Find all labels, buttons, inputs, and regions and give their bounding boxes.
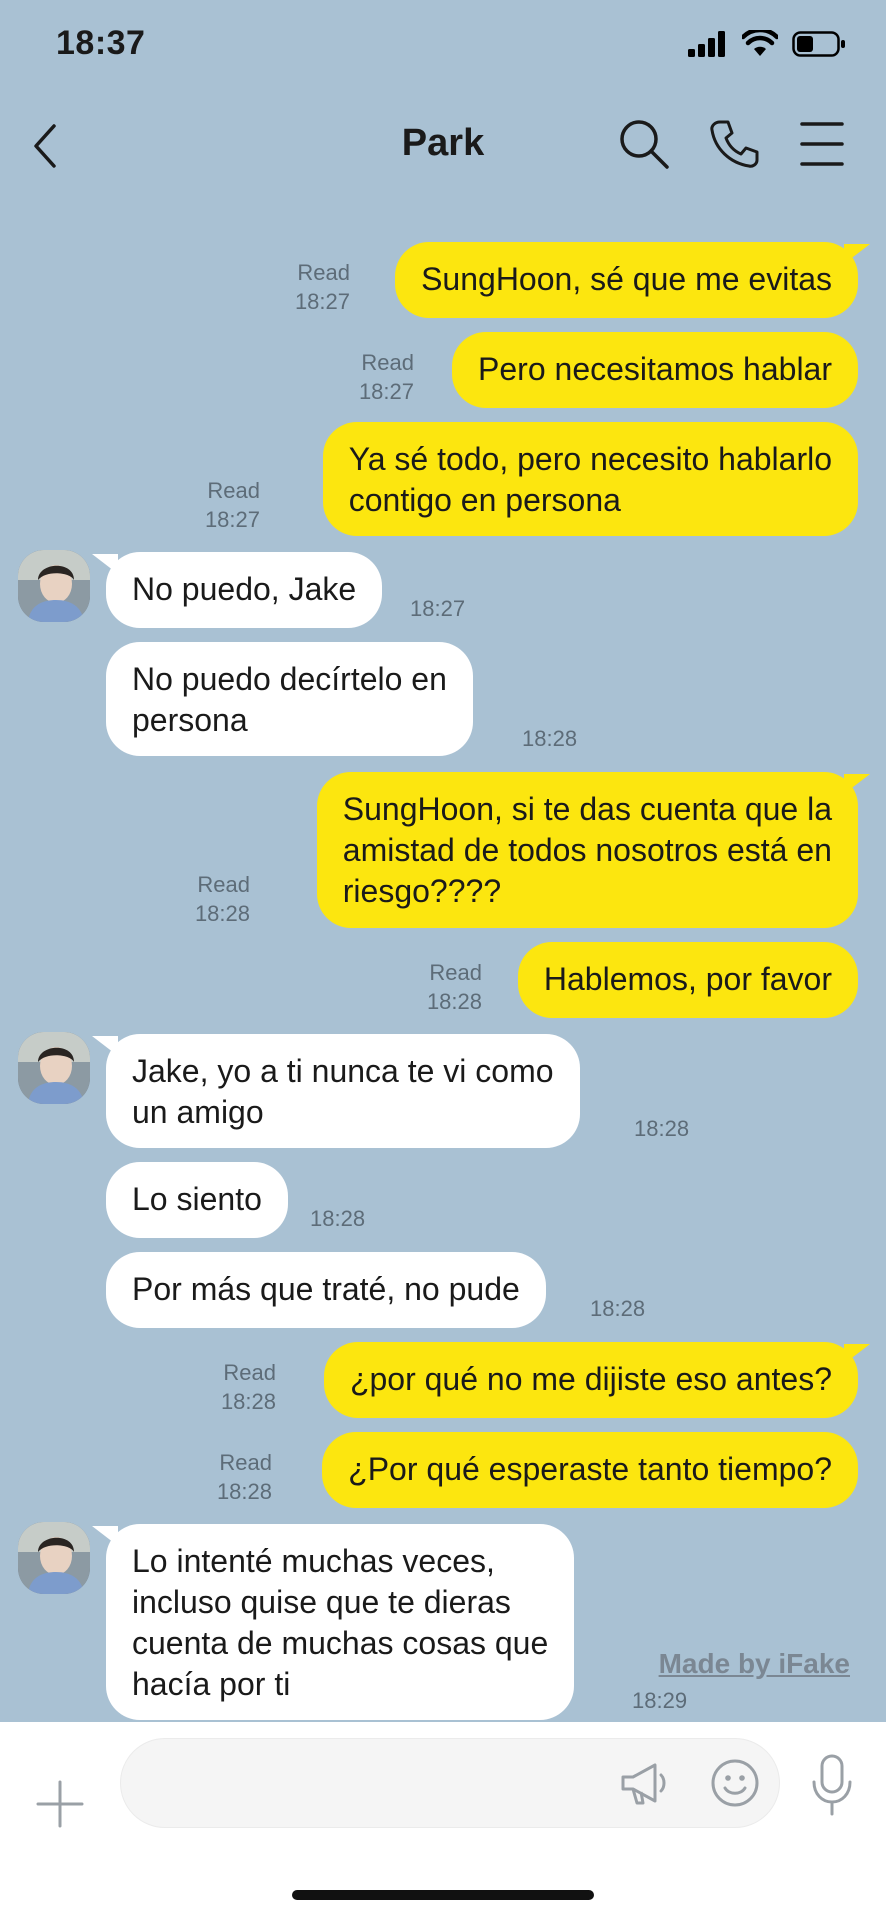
message-time: 18:28	[426, 989, 482, 1014]
message-bubble-outgoing[interactable]: Ya sé todo, pero necesito hablarlo conti…	[322, 422, 858, 536]
bubble-tail	[92, 1036, 118, 1056]
voice-button[interactable]	[810, 1754, 854, 1816]
message-time: 18:28	[634, 1116, 690, 1141]
message-input-container[interactable]	[120, 1738, 780, 1828]
message-bubble-outgoing[interactable]: ¿Por qué esperaste tanto tiempo?	[322, 1432, 858, 1508]
message-meta: Read 18:27	[359, 348, 414, 406]
microphone-icon	[812, 1754, 852, 1816]
message-time: 18:27	[358, 379, 414, 404]
battery-icon	[792, 31, 845, 57]
message-time: 18:27	[204, 507, 260, 532]
message-input-bar	[0, 1722, 886, 1920]
read-receipt: Read	[361, 350, 414, 375]
contact-avatar[interactable]	[18, 1032, 90, 1104]
message-time: 18:28	[590, 1296, 646, 1321]
contact-avatar[interactable]	[18, 550, 90, 622]
message-time: 18:28	[310, 1206, 366, 1231]
home-indicator	[292, 1890, 594, 1900]
message-bubble-incoming[interactable]: No puedo, Jake	[106, 552, 383, 628]
avatar-photo	[18, 1032, 90, 1104]
message-bubble-incoming[interactable]: Por más que traté, no pude	[106, 1252, 546, 1328]
bubble-tail	[844, 1344, 870, 1364]
message-bubble-outgoing[interactable]: SungHoon, sé que me evitas	[395, 242, 858, 318]
emoji-icon	[711, 1759, 759, 1807]
contact-avatar[interactable]	[18, 1522, 90, 1594]
message-bubble-incoming[interactable]: Lo siento	[106, 1162, 288, 1238]
wifi-icon	[742, 30, 778, 56]
emoji-button[interactable]	[709, 1757, 761, 1809]
plus-icon	[36, 1780, 84, 1828]
watermark: Made by iFake	[658, 1648, 850, 1679]
status-time: 18:37	[56, 24, 146, 62]
message-bubble-incoming[interactable]: No puedo decírtelo en persona	[106, 642, 473, 756]
chat-header: Park	[0, 96, 886, 196]
call-button[interactable]	[706, 116, 762, 172]
bubble-tail	[92, 554, 118, 574]
megaphone-button[interactable]	[615, 1755, 671, 1811]
message-bubble-incoming[interactable]: Lo intenté muchas veces, incluso quise q…	[106, 1524, 575, 1720]
status-bar: 18:37	[0, 0, 886, 96]
message-bubble-outgoing[interactable]: Pero necesitamos hablar	[452, 332, 858, 408]
read-receipt: Read	[207, 478, 260, 503]
message-time: 18:28	[216, 1479, 272, 1504]
read-receipt: Read	[219, 1450, 272, 1475]
search-button[interactable]	[616, 116, 672, 172]
message-input[interactable]	[151, 1759, 605, 1809]
menu-icon	[800, 122, 844, 166]
bubble-tail	[844, 774, 870, 794]
message-time: 18:28	[220, 1389, 276, 1414]
message-time: 18:29	[632, 1688, 688, 1713]
megaphone-icon	[621, 1763, 666, 1805]
message-meta: Read 18:28	[195, 870, 250, 928]
read-receipt: Read	[197, 872, 250, 897]
message-time: 18:28	[522, 726, 578, 751]
status-icons	[688, 30, 846, 58]
message-meta: Read 18:28	[217, 1448, 272, 1506]
message-time: 18:28	[194, 901, 250, 926]
avatar-photo	[18, 550, 90, 622]
read-receipt: Read	[429, 960, 482, 985]
phone-icon	[710, 120, 759, 168]
message-bubble-outgoing[interactable]: ¿por qué no me dijiste eso antes?	[323, 1342, 858, 1418]
search-icon	[620, 120, 669, 169]
message-meta: Read 18:27	[295, 258, 350, 316]
message-meta: Read 18:28	[427, 958, 482, 1016]
message-time: 18:27	[410, 596, 466, 621]
bubble-tail	[92, 1526, 118, 1546]
message-meta: Read 18:28	[221, 1358, 276, 1416]
message-time: 18:27	[294, 289, 350, 314]
message-bubble-outgoing[interactable]: Hablemos, por favor	[517, 942, 858, 1018]
read-receipt: Read	[297, 260, 350, 285]
menu-button[interactable]	[794, 116, 850, 172]
message-meta: Read 18:27	[205, 476, 260, 534]
read-receipt: Read	[223, 1360, 276, 1385]
attach-button[interactable]	[34, 1778, 86, 1830]
message-bubble-incoming[interactable]: Jake, yo a ti nunca te vi como un amigo	[106, 1034, 580, 1148]
signal-icon	[688, 31, 725, 57]
avatar-photo	[18, 1522, 90, 1594]
message-bubble-outgoing[interactable]: SungHoon, si te das cuenta que la amista…	[316, 772, 858, 928]
bubble-tail	[844, 244, 870, 264]
